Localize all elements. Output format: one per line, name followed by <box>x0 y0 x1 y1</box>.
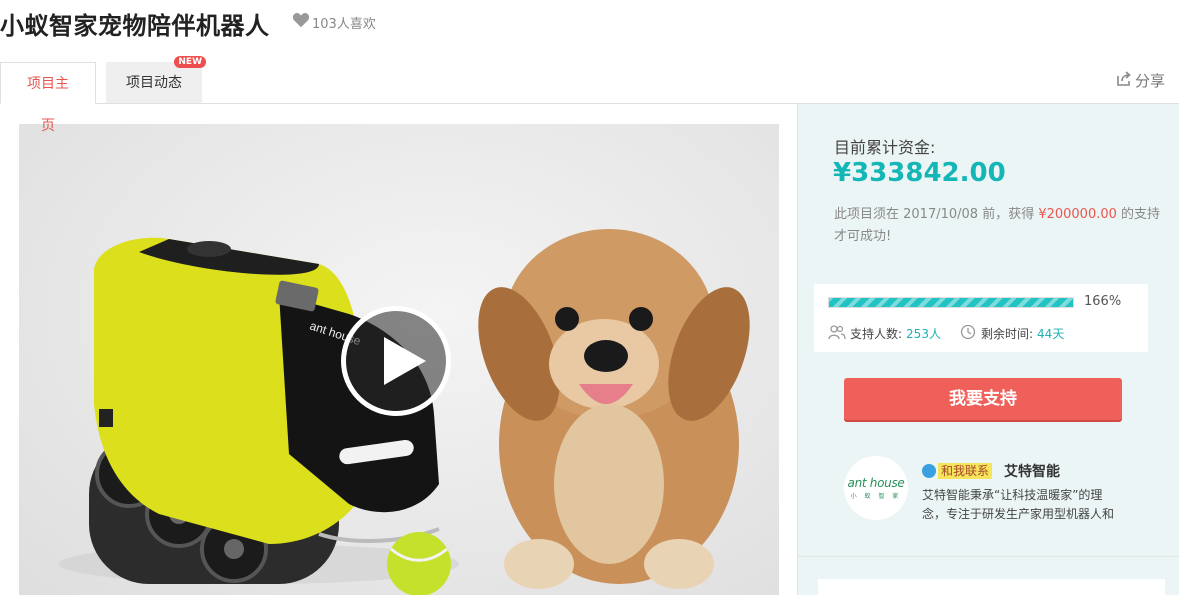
funding-note: 此项目须在 2017/10/08 前，获得 ¥200000.00 的支持才可成功… <box>834 204 1164 248</box>
heart-icon[interactable] <box>292 12 310 32</box>
supporters-label: 支持人数: <box>850 327 903 341</box>
organizer-logo-text: ant house <box>847 476 905 490</box>
organizer-header: 和我联系 艾特智能 <box>922 461 1060 481</box>
project-video[interactable]: ant house <box>19 124 779 595</box>
project-page: 小蚁智家宠物陪伴机器人 103人喜欢 项目主页 项目动态 NEW 分享 ant … <box>0 0 1179 595</box>
progress-bar <box>828 297 1074 308</box>
share-icon <box>1116 70 1132 91</box>
tab-project-home[interactable]: 项目主页 <box>0 62 96 134</box>
supporters-value: 253人 <box>906 327 941 341</box>
clock-icon <box>959 324 977 343</box>
funding-note-prefix: 此项目须在 2017/10/08 前，获得 <box>834 207 1039 222</box>
supporters-count: 支持人数: 253人 <box>828 324 941 343</box>
time-value: 44天 <box>1037 327 1065 341</box>
organizer-name[interactable]: 艾特智能 <box>1004 461 1060 481</box>
time-label: 剩余时间: <box>981 327 1034 341</box>
side-panel-lower-card <box>818 579 1165 595</box>
time-remaining: 剩余时间: 44天 <box>959 324 1064 343</box>
play-video-button[interactable] <box>341 306 451 416</box>
people-icon <box>828 324 846 343</box>
funding-amount: ¥333842.00 <box>833 158 1006 188</box>
contact-me-button[interactable]: 和我联系 <box>922 463 993 479</box>
organizer-logo[interactable]: ant house 小 蚁 智 家 <box>844 456 908 520</box>
tab-project-news[interactable]: 项目动态 NEW <box>106 56 206 104</box>
support-button[interactable]: 我要支持 <box>844 378 1122 420</box>
organizer-logo-subtext: 小 蚁 智 家 <box>850 493 902 500</box>
progress-bar-fill <box>829 298 1073 307</box>
funding-panel: 目前累计资金: ¥333842.00 此项目须在 2017/10/08 前，获得… <box>797 104 1179 556</box>
funding-label: 目前累计资金: <box>834 138 936 157</box>
project-title: 小蚁智家宠物陪伴机器人 <box>0 12 270 40</box>
contact-me-label: 和我联系 <box>938 463 993 479</box>
organizer-description: 艾特智能秉承“让科技温暖家”的理念，专注于研发生产家用型机器人和 <box>922 488 1115 521</box>
side-panel-lower <box>797 556 1179 595</box>
funding-stats-card: 166% 支持人数: 253人 剩余时间: 44天 <box>814 284 1148 352</box>
dog-illustration <box>478 229 750 589</box>
funding-target: ¥200000.00 <box>1038 207 1117 222</box>
share-label: 分享 <box>1134 72 1165 90</box>
new-badge: NEW <box>174 56 206 68</box>
likes-text: 103人喜欢 <box>312 16 376 32</box>
chat-bubble-icon <box>922 464 936 478</box>
share-button[interactable]: 分享 <box>1116 70 1165 91</box>
project-tabs: 项目主页 项目动态 NEW <box>0 56 206 134</box>
likes-counter[interactable]: 103人喜欢 <box>292 12 376 32</box>
progress-percent: 166% <box>1084 294 1122 309</box>
tab-project-news-label: 项目动态 <box>126 75 182 91</box>
